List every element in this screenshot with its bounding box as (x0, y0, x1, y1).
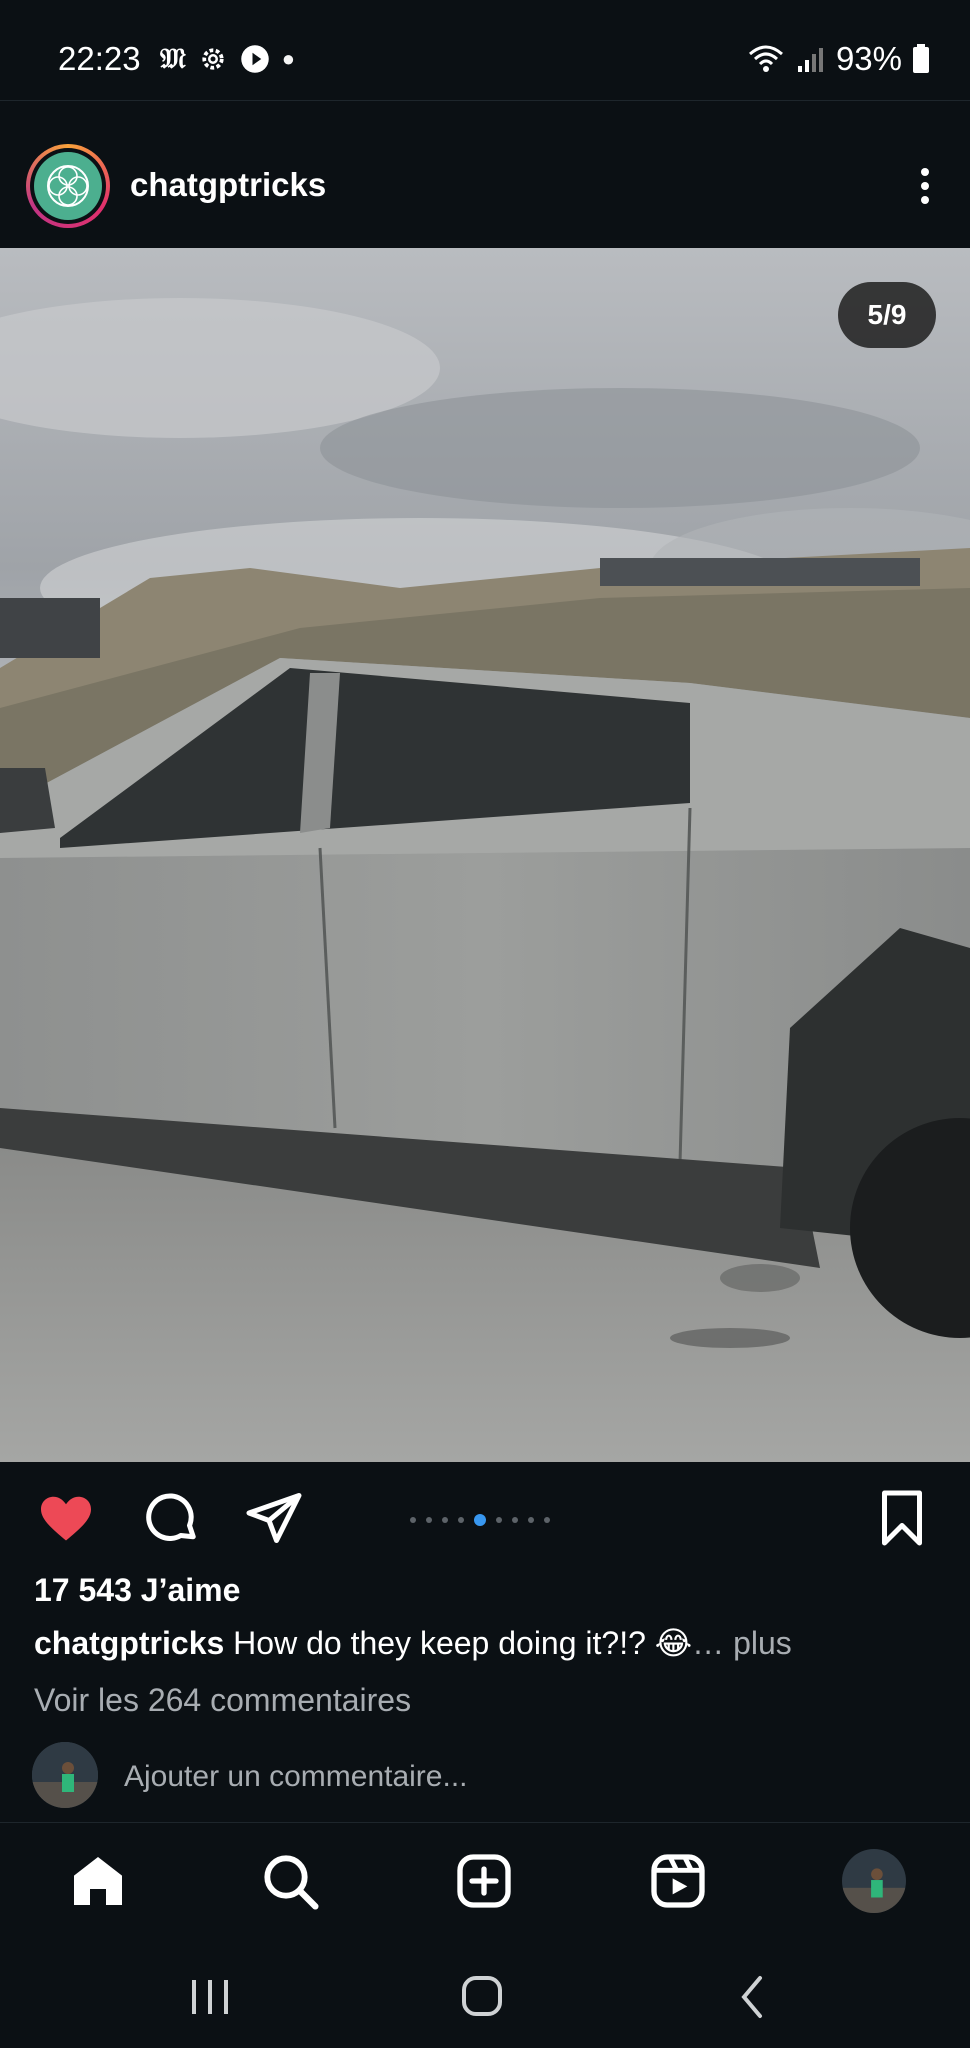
bottom-nav (0, 1822, 970, 1943)
settings-icon (202, 48, 224, 70)
carousel-dot (544, 1517, 550, 1523)
flower-logo-icon (47, 165, 89, 207)
battery-percent: 93% (835, 40, 902, 77)
caption-username[interactable]: chatgptricks (34, 1625, 224, 1661)
carousel-dot (512, 1517, 518, 1523)
search-icon[interactable] (258, 1849, 322, 1913)
divider (0, 100, 970, 101)
carousel-dot (458, 1517, 464, 1523)
play-icon (241, 45, 269, 73)
wifi-icon (748, 45, 783, 72)
author-avatar[interactable] (26, 144, 110, 228)
save-bookmark-icon[interactable] (872, 1488, 932, 1548)
share-send-icon[interactable] (244, 1488, 304, 1548)
caption-more-link[interactable]: … plus (692, 1625, 792, 1661)
create-icon[interactable] (452, 1849, 516, 1913)
home-icon[interactable] (66, 1849, 130, 1913)
post-image[interactable]: 5/9 (0, 248, 970, 1462)
carousel-dot (426, 1517, 432, 1523)
home-button-icon[interactable] (452, 1972, 512, 2022)
status-bar: 22:23 𝔐 ● 93% (0, 0, 970, 100)
more-options-icon[interactable] (910, 164, 940, 208)
carousel-dot (442, 1517, 448, 1523)
newspaper-icon: 𝔐 (160, 42, 186, 75)
back-icon[interactable] (724, 1972, 784, 2022)
post-actions (0, 1462, 970, 1572)
add-comment-input[interactable]: Ajouter un commentaire... (124, 1760, 468, 1794)
battery-icon (913, 44, 929, 73)
system-nav-bar (0, 1942, 970, 2048)
carousel-dot (410, 1517, 416, 1523)
carousel-dot (528, 1517, 534, 1523)
user-avatar (32, 1742, 98, 1808)
caption-text: How do they keep doing it?!? 😂 (233, 1625, 693, 1661)
view-comments-link[interactable]: Voir les 264 commentaires (34, 1682, 411, 1719)
comment-icon[interactable] (142, 1488, 202, 1548)
slide-counter: 5/9 (838, 282, 936, 348)
caption: chatgptricks How do they keep doing it?!… (34, 1624, 792, 1662)
status-time: 22:23 (58, 40, 141, 77)
dot-icon: ● (281, 46, 296, 71)
add-comment-row[interactable]: Ajouter un commentaire... (32, 1742, 932, 1810)
likes-count[interactable]: 17 543 J’aime (34, 1572, 240, 1609)
carousel-dot (496, 1517, 502, 1523)
reels-icon[interactable] (646, 1849, 710, 1913)
carousel-dot-active (474, 1514, 486, 1526)
cybertruck-photo (0, 248, 970, 1462)
carousel-indicator (410, 1514, 550, 1526)
author-username[interactable]: chatgptricks (130, 166, 326, 204)
like-heart-icon[interactable] (36, 1488, 96, 1548)
signal-icon (797, 48, 823, 72)
recent-apps-icon[interactable] (180, 1972, 240, 2022)
post-header: chatgptricks (0, 126, 970, 248)
profile-avatar[interactable] (842, 1849, 906, 1913)
